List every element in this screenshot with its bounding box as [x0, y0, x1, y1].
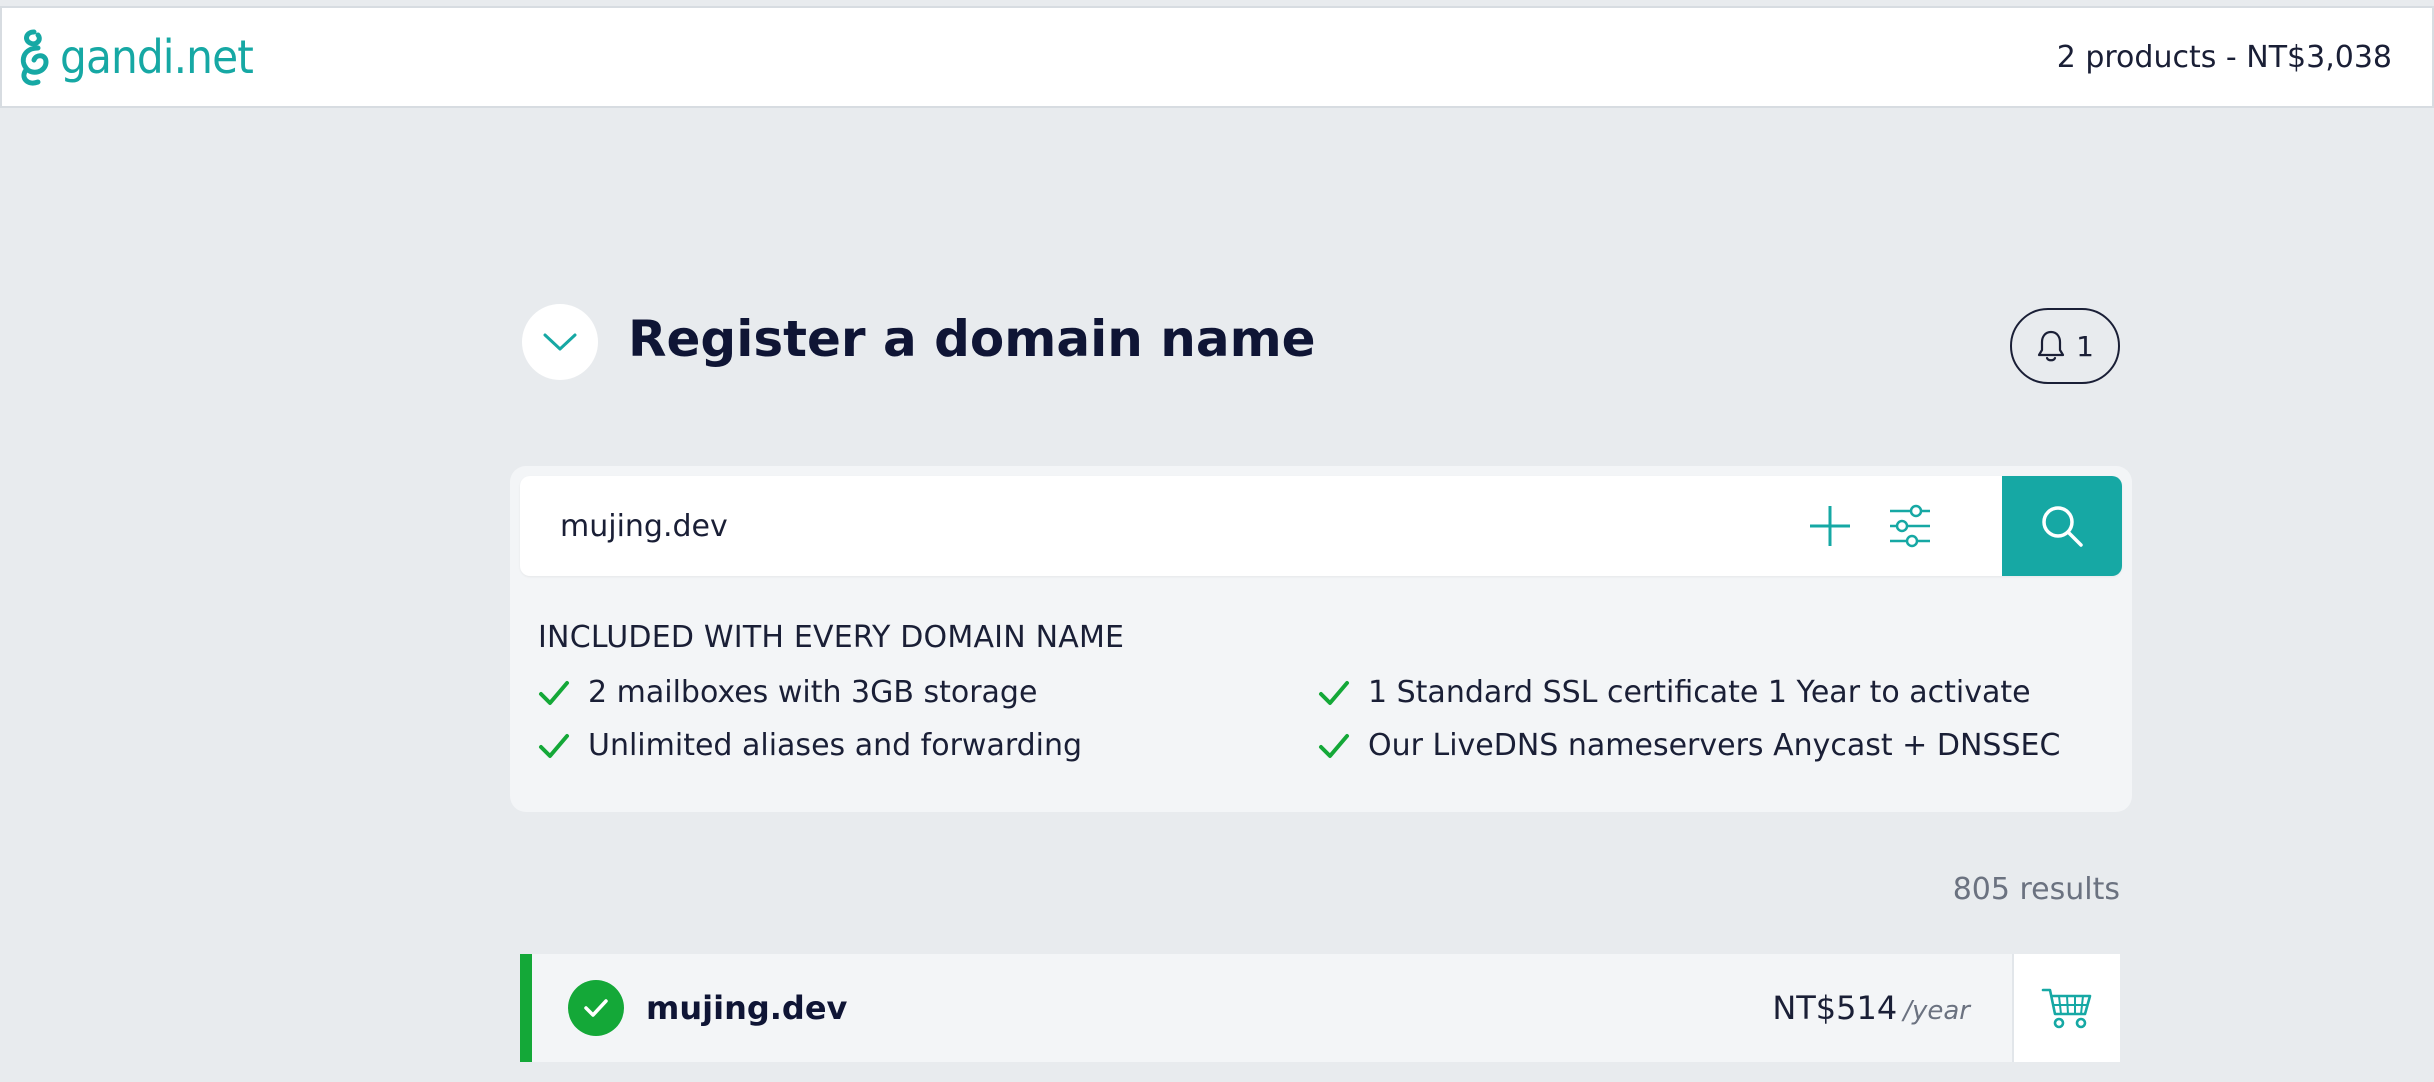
title-row: Register a domain name 1 [510, 302, 2120, 384]
feature-item: Our LiveDNS nameservers Anycast + DNSSEC [1318, 728, 2078, 763]
logo-text: gandi.net [60, 30, 254, 84]
included-title: INCLUDED WITH EVERY DOMAIN NAME [538, 620, 1125, 655]
gandi-swirl-icon [20, 29, 49, 86]
results-count: 805 results [1952, 872, 2120, 907]
feature-label: 1 Standard SSL certificate 1 Year to act… [1368, 675, 2031, 710]
search-icon [2042, 506, 2083, 547]
feature-label: Our LiveDNS nameservers Anycast + DNSSEC [1368, 728, 2061, 763]
search-button[interactable] [2002, 476, 2122, 576]
features-list: 2 mailboxes with 3GB storage 1 Standard … [538, 675, 2122, 763]
notification-count: 1 [2076, 329, 2094, 363]
feature-label: Unlimited aliases and forwarding [588, 728, 1083, 763]
feature-label: 2 mailboxes with 3GB storage [588, 675, 1038, 710]
check-icon [539, 680, 569, 705]
filters-button[interactable] [1870, 476, 1950, 576]
check-icon [539, 733, 569, 758]
feature-item: 2 mailboxes with 3GB storage [538, 675, 1318, 710]
cart-summary[interactable]: 2 products - NT$3,038 [2057, 40, 2392, 75]
domain-search-input[interactable] [520, 476, 1790, 576]
top-header: gandi.net 2 products - NT$3,038 [0, 6, 2434, 108]
check-icon [1319, 680, 1349, 705]
result-row[interactable]: mujing.dev NT$514/year [520, 954, 2120, 1062]
available-status-icon [568, 980, 624, 1036]
search-panel: INCLUDED WITH EVERY DOMAIN NAME 2 mailbo… [510, 466, 2132, 812]
cart-icon [2041, 988, 2092, 1029]
feature-item: 1 Standard SSL certificate 1 Year to act… [1318, 675, 2078, 710]
check-icon [1319, 733, 1349, 758]
chevron-down-icon [543, 333, 577, 351]
add-to-cart-button[interactable] [2012, 954, 2120, 1062]
price-unit: /year [1903, 996, 1970, 1026]
add-domain-button[interactable] [1790, 476, 1870, 576]
result-price: NT$514/year [1772, 989, 1970, 1027]
collapse-button[interactable] [522, 304, 598, 380]
gandi-logo[interactable]: gandi.net [14, 26, 270, 88]
page-title: Register a domain name [628, 310, 1316, 368]
feature-item: Unlimited aliases and forwarding [538, 728, 1318, 763]
price-amount: NT$514 [1772, 989, 1898, 1027]
result-domain-name: mujing.dev [646, 989, 848, 1027]
check-icon [584, 999, 608, 1017]
notification-button[interactable]: 1 [2010, 308, 2120, 384]
bell-icon [2037, 330, 2065, 362]
search-bar [520, 476, 2122, 576]
plus-icon [1810, 506, 1850, 546]
sliders-icon [1890, 504, 1930, 548]
